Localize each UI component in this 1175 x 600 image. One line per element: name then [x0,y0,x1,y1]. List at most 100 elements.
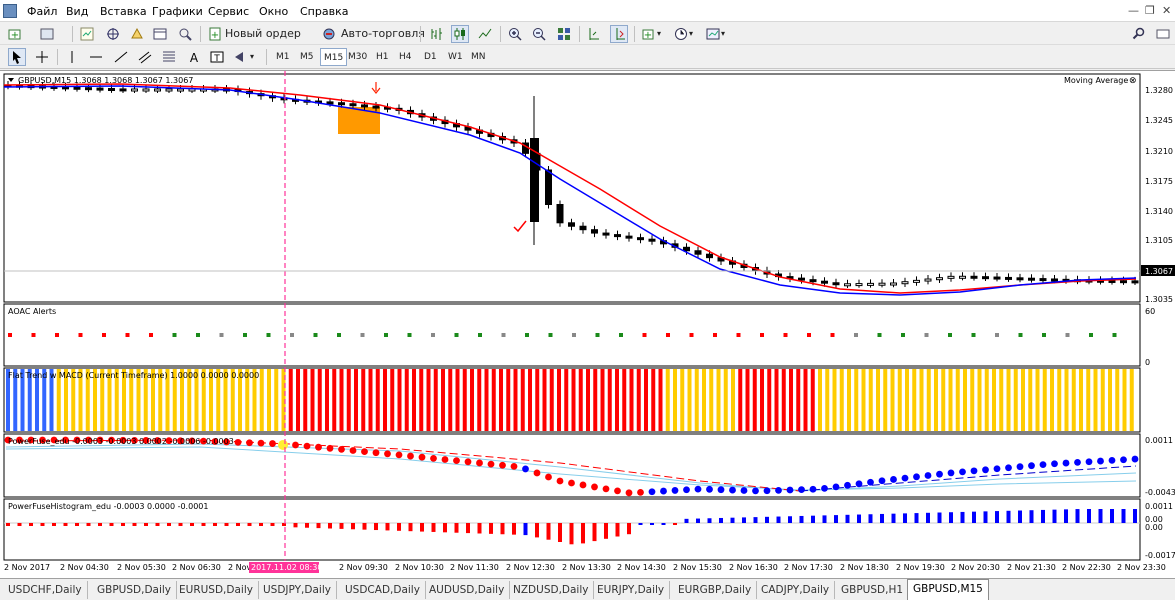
tab-usdcad-daily[interactable]: USDCAD,Daily [340,581,426,599]
histogram-bar [1018,510,1022,523]
terminal-icon[interactable] [151,25,169,43]
chart-window[interactable]: GBPUSD,M15 1.3068 1.3068 1.3067 1.3067 M… [0,70,1175,578]
power-fuse-dot [361,448,368,456]
indicator-close-icon[interactable]: ⊗ [1129,76,1137,86]
flat-trend-bar [636,369,641,431]
tab-eurjpy-daily[interactable]: EURJPY,Daily [592,581,671,599]
horizontal-line-icon[interactable] [87,48,105,66]
tab-gbpusd-h1[interactable]: GBPUSD,H1 [836,581,910,599]
aoac-square [478,333,482,337]
flat-trend-bar [651,369,656,431]
power-scale-bottom: -0.0043 [1145,488,1175,497]
auto-trading-button[interactable]: Авто-торговля [341,25,425,43]
histogram-bar [328,523,332,529]
menu-file[interactable]: Файл [27,5,57,18]
tab-cadjpy-daily[interactable]: CADJPY,Daily [756,581,836,599]
periods-icon[interactable] [672,25,690,43]
tab-gbpusd-m15[interactable]: GBPUSD,M15 [907,579,989,600]
power-fuse-dot [752,487,759,495]
tab-audusd-daily[interactable]: AUDUSD,Daily [424,581,511,599]
timeframe-m15[interactable]: M15 [320,48,348,66]
power-fuse-dot [269,440,276,447]
text-label-icon[interactable]: T [208,48,226,66]
arrows-dropdown-icon[interactable]: ▾ [250,48,254,66]
time-axis[interactable]: 2 Nov 2017 2 Nov 04:30 2 Nov 05:30 2 Nov 06… [4,562,1166,573]
candle-body [165,88,173,92]
candlestick-icon[interactable] [451,25,469,43]
timeframe-h1[interactable]: H1 [373,48,392,66]
tab-usdchf-daily[interactable]: USDCHF,Daily [3,581,88,599]
menu-window[interactable]: Окно [259,5,288,18]
zoom-in-icon[interactable] [506,25,524,43]
menu-view[interactable]: Вид [66,5,88,18]
chart-canvas[interactable]: GBPUSD,M15 1.3068 1.3068 1.3067 1.3067 M… [0,71,1175,579]
restore-icon[interactable]: ❐ [1145,4,1155,17]
templates-icon[interactable] [704,25,722,43]
timeframe-m1[interactable]: M1 [273,48,293,66]
channel-icon[interactable] [136,48,154,66]
timeframe-w1[interactable]: W1 [445,48,466,66]
indicators-icon[interactable]: + [640,25,658,43]
auto-trading-icon[interactable] [320,25,338,43]
community-icon[interactable] [1154,25,1172,43]
menu-help[interactable]: Справка [300,5,348,18]
tile-windows-icon[interactable] [555,25,573,43]
arrows-icon[interactable] [230,48,248,66]
indicators-dropdown-icon[interactable]: ▾ [657,25,661,43]
minimize-icon[interactable]: — [1128,4,1139,17]
tab-usdjpy-daily[interactable]: USDJPY,Daily [258,581,337,599]
data-window-icon[interactable] [104,25,122,43]
new-order-icon[interactable]: + [206,25,224,43]
histogram-bar [1075,509,1080,523]
templates-dropdown-icon[interactable]: ▾ [721,25,725,43]
timeframe-h4[interactable]: H4 [396,48,415,66]
histogram-bar [983,511,988,523]
candle-body [913,279,920,283]
cursor-icon[interactable] [8,48,26,66]
bar-chart-icon[interactable] [427,25,445,43]
trendline-icon[interactable] [112,48,130,66]
text-icon[interactable]: A [185,48,203,66]
candle-body [855,283,863,287]
new-chart-icon[interactable]: + [6,25,24,43]
power-fuse-dot [579,481,587,489]
navigator-icon[interactable] [128,25,146,43]
histogram-bar [880,513,884,523]
power-fuse-highlight-dot [278,440,288,450]
new-order-button[interactable]: Новый ордер [225,25,301,43]
profiles-icon[interactable] [38,25,56,43]
chart-shift-icon[interactable] [585,25,603,43]
tab-gbpusd-daily[interactable]: GBPUSD,Daily [92,581,178,599]
menu-tools[interactable]: Сервис [208,5,249,18]
search-icon[interactable] [1130,25,1148,43]
timeframe-d1[interactable]: D1 [421,48,440,66]
close-icon[interactable]: ✕ [1162,4,1171,17]
timeframe-m30[interactable]: M30 [345,48,370,66]
menu-insert[interactable]: Вставка [100,5,147,18]
aoac-square [666,333,670,337]
strategy-tester-icon[interactable] [176,25,194,43]
candle-body [579,225,587,231]
menu-charts[interactable]: Графики [152,5,203,18]
app-icon[interactable] [3,4,17,18]
tab-eurgbp-daily[interactable]: EURGBP,Daily [673,581,758,599]
timeframe-mn[interactable]: MN [468,48,489,66]
crosshair-icon[interactable] [33,48,51,66]
flat-trend-bar [854,369,859,431]
line-chart-icon[interactable] [476,25,494,43]
market-watch-icon[interactable] [78,25,96,43]
periods-dropdown-icon[interactable]: ▾ [689,25,693,43]
candle-body [1108,279,1116,283]
fibonacci-icon[interactable] [160,48,178,66]
auto-scroll-icon[interactable] [610,25,628,43]
timeframe-m5[interactable]: M5 [297,48,317,66]
tab-eurusd-daily[interactable]: EURUSD,Daily [174,581,259,599]
vertical-line-icon[interactable] [63,48,81,66]
indicator-label: Moving Average [1064,76,1128,85]
power-fuse-dot [349,447,357,454]
zoom-out-icon[interactable] [530,25,548,43]
aoac-square [1018,333,1023,337]
tab-nzdusd-daily[interactable]: NZDUSD,Daily [508,581,595,599]
candle-body [108,88,115,91]
candle-body [890,282,897,286]
